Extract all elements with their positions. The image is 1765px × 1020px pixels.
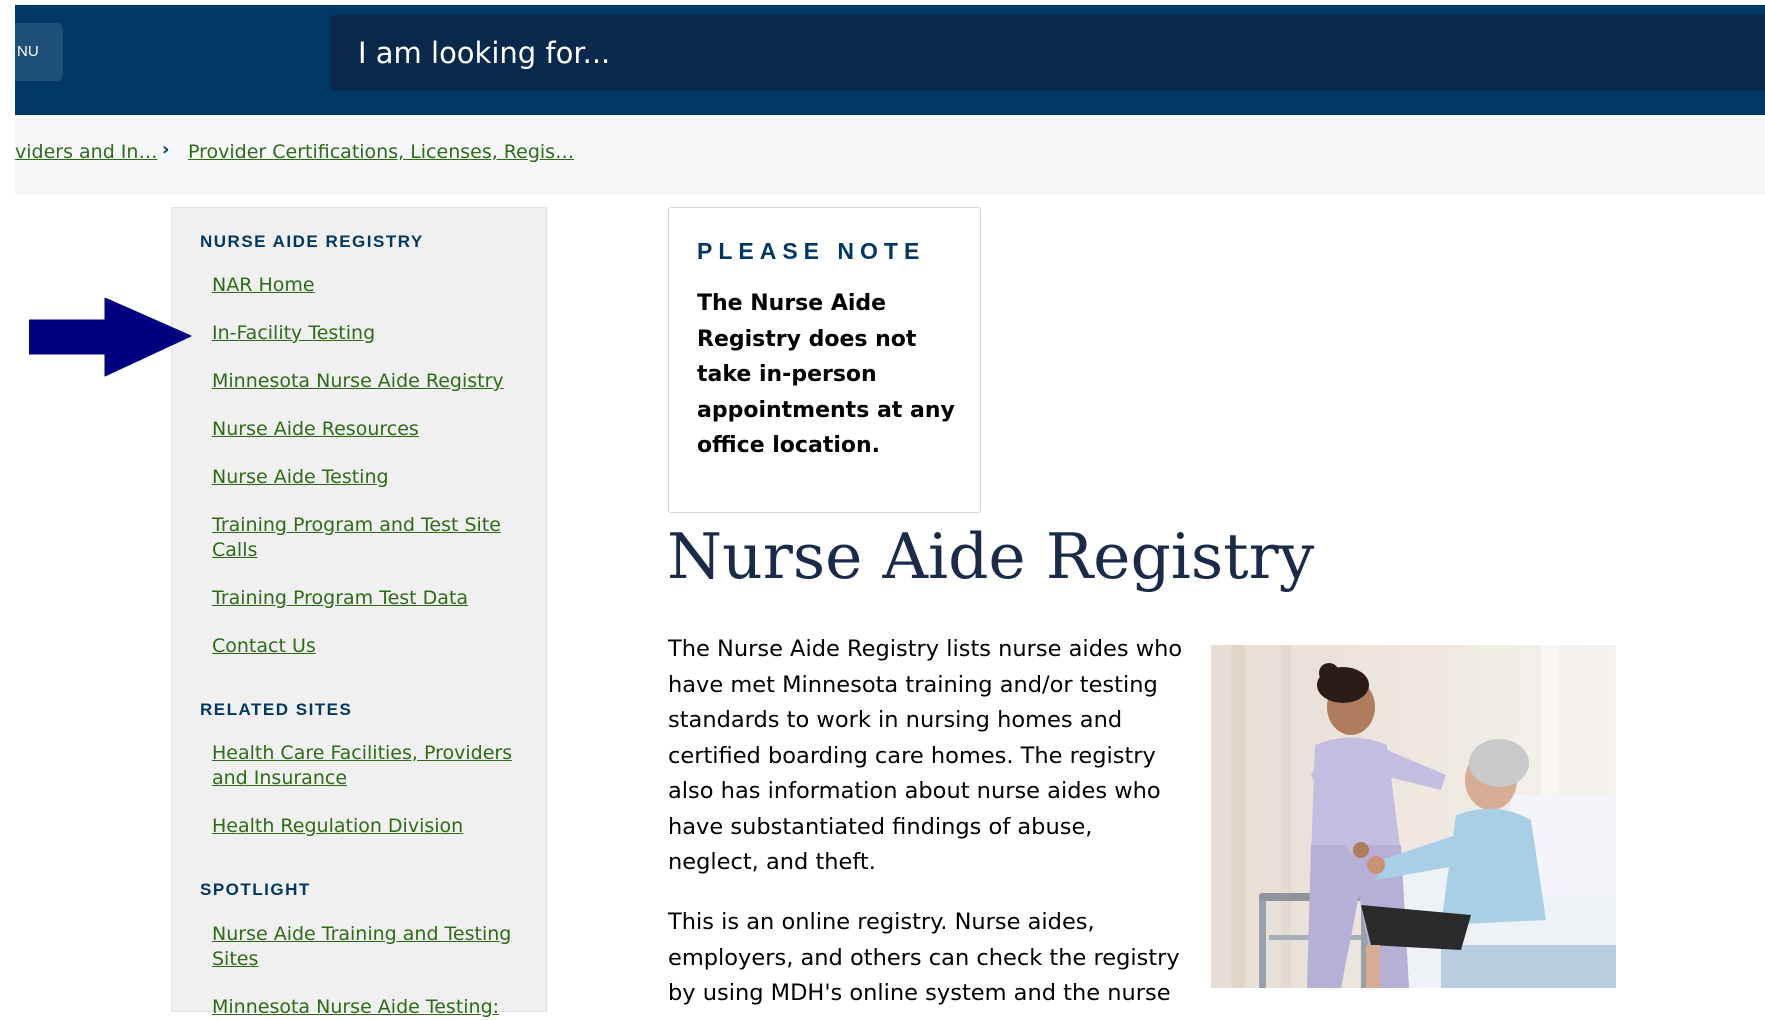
- nurse-aide-photo: [1211, 645, 1616, 988]
- sidebar-link-nurse-aide-testing[interactable]: Nurse Aide Testing: [212, 465, 532, 490]
- breadcrumb: viders and In… › Provider Certifications…: [15, 115, 1765, 195]
- sidebar-heading-nurse-aide-registry: NURSE AIDE REGISTRY: [200, 232, 424, 251]
- sidebar-link-in-facility-testing[interactable]: In-Facility Testing: [212, 321, 532, 346]
- search-bar: [330, 15, 1765, 91]
- search-input[interactable]: [330, 15, 1765, 91]
- sidebar-link-mn-nurse-aide-testing[interactable]: Minnesota Nurse Aide Testing:: [212, 995, 532, 1020]
- menu-button[interactable]: NU: [15, 23, 63, 81]
- please-note-box: PLEASE NOTE The Nurse Aide Registry does…: [668, 207, 981, 513]
- sidebar-link-health-care-facilities[interactable]: Health Care Facilities, Providers and In…: [212, 741, 532, 791]
- online-registry-paragraph: This is an online registry. Nurse aides,…: [668, 909, 1180, 1006]
- sidebar-link-training-testing-sites[interactable]: Nurse Aide Training and Testing Sites: [212, 922, 532, 972]
- sidebar-link-nar-home[interactable]: NAR Home: [212, 273, 532, 298]
- breadcrumb-item-certifications[interactable]: Provider Certifications, Licenses, Regis…: [188, 141, 574, 163]
- sidebar-link-nurse-aide-resources[interactable]: Nurse Aide Resources: [212, 417, 532, 442]
- sidebar-link-training-program-test-data[interactable]: Training Program Test Data: [212, 586, 532, 611]
- note-title: PLEASE NOTE: [697, 238, 926, 264]
- intro-paragraph: The Nurse Aide Registry lists nurse aide…: [668, 636, 1183, 875]
- site-header: NU: [15, 5, 1765, 115]
- sidebar-link-contact-us[interactable]: Contact Us: [212, 634, 532, 659]
- sidebar-link-mn-nurse-aide-registry[interactable]: Minnesota Nurse Aide Registry: [212, 369, 532, 394]
- left-edge: [0, 0, 15, 1012]
- sidebar-nav: NURSE AIDE REGISTRY NAR Home In-Facility…: [171, 207, 547, 1018]
- sidebar-heading-related-sites: RELATED SITES: [200, 700, 353, 719]
- arrow-right-icon: [29, 298, 192, 377]
- note-body: The Nurse Aide Registry does not take in…: [697, 291, 955, 458]
- page-title: Nurse Aide Registry: [667, 520, 1315, 593]
- sidebar-link-training-program-calls[interactable]: Training Program and Test Site Calls: [212, 513, 532, 563]
- sidebar-heading-spotlight: SPOTLIGHT: [200, 880, 311, 899]
- chevron-right-icon: ›: [162, 139, 170, 160]
- breadcrumb-item-providers[interactable]: viders and In…: [15, 141, 157, 163]
- sidebar-link-health-regulation-division[interactable]: Health Regulation Division: [212, 814, 532, 839]
